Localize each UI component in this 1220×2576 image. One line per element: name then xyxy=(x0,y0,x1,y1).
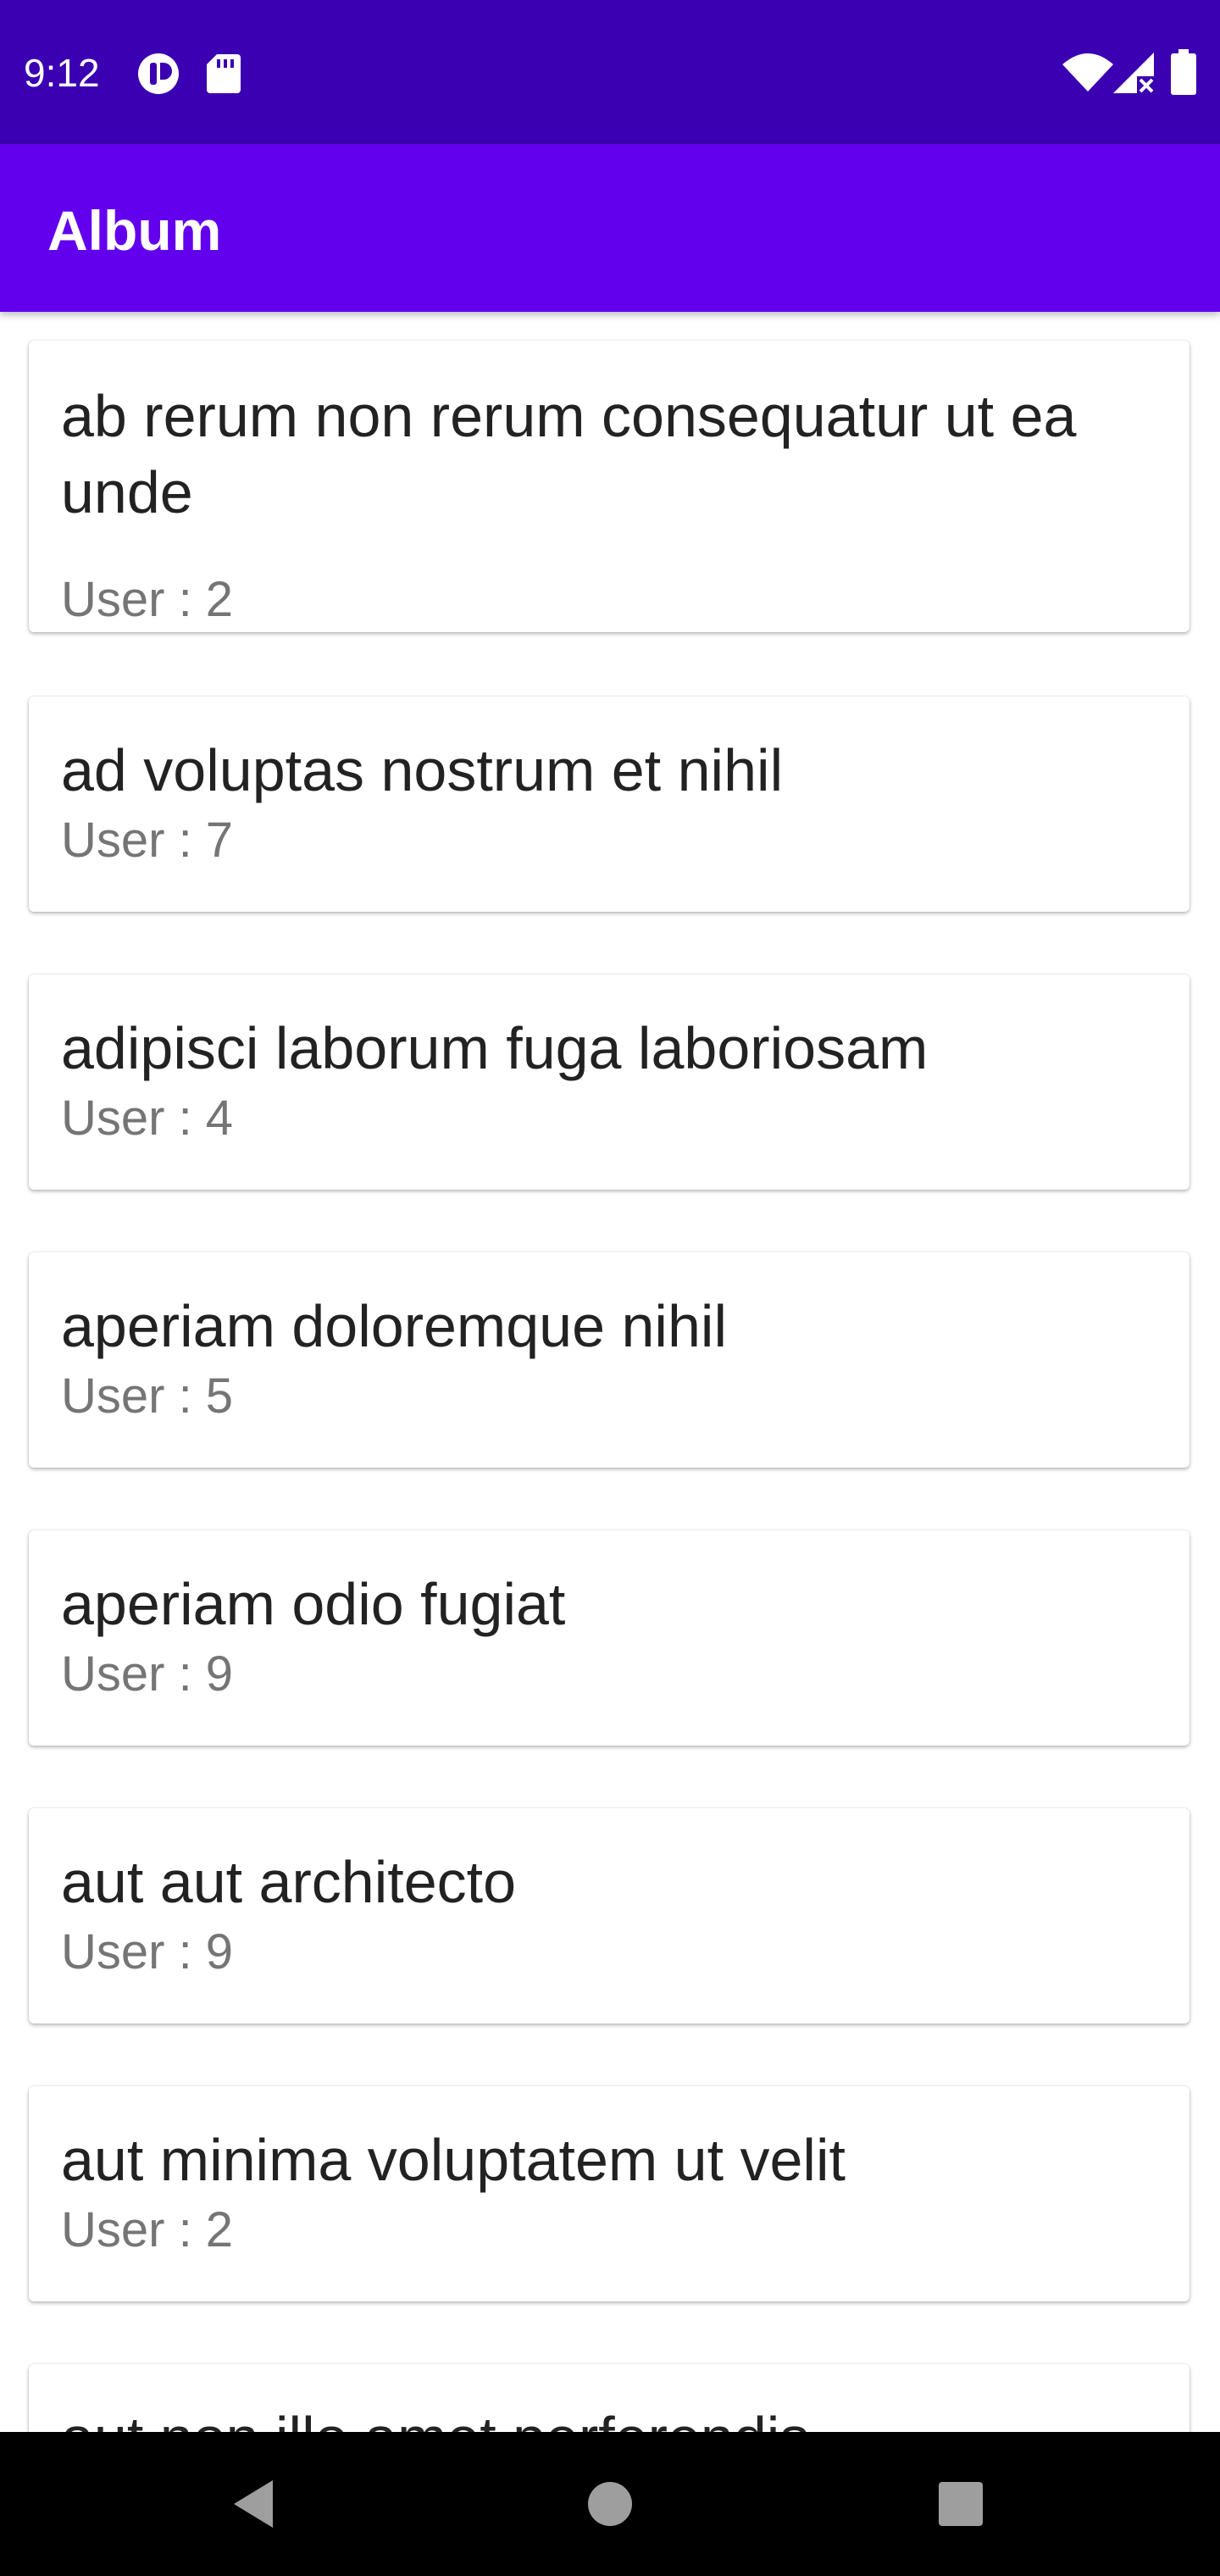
album-user: User : 2 xyxy=(61,572,234,627)
album-card[interactable]: aut aut architecto User : 9 xyxy=(29,1808,1190,2024)
album-card[interactable]: ab rerum non rerum consequatur ut ea und… xyxy=(29,341,1190,632)
status-bar: 9:12 xyxy=(0,0,1220,144)
app-bar: Album xyxy=(0,144,1220,312)
album-card[interactable]: aperiam doloremque nihil User : 5 xyxy=(29,1252,1190,1468)
sd-card-icon xyxy=(207,54,241,97)
album-card[interactable]: aperiam odio fugiat User : 9 xyxy=(29,1530,1190,1746)
album-title: adipisci laborum fuga laboriosam xyxy=(61,1015,929,1081)
album-title: aperiam odio fugiat xyxy=(61,1571,566,1637)
album-card[interactable]: aut minima voluptatem ut velit User : 2 xyxy=(29,2086,1190,2301)
album-user: User : 7 xyxy=(61,813,234,868)
album-title: ad voluptas nostrum et nihil xyxy=(61,737,784,803)
navigation-bar xyxy=(0,2432,1220,2576)
status-time: 9:12 xyxy=(24,51,100,95)
album-user: User : 9 xyxy=(61,1646,234,1702)
page-title: Album xyxy=(47,199,222,262)
back-icon[interactable] xyxy=(212,2462,297,2546)
battery-icon xyxy=(1171,49,1196,99)
album-title: ab rerum non rerum consequatur ut ea und… xyxy=(61,383,1077,525)
album-card[interactable]: adipisci laborum fuga laboriosam User : … xyxy=(29,974,1190,1190)
album-card[interactable]: ad voluptas nostrum et nihil User : 7 xyxy=(29,697,1190,912)
album-user: User : 2 xyxy=(61,2202,234,2257)
album-title: aut non illo amet perferendis xyxy=(61,2400,1154,2432)
album-user: User : 9 xyxy=(61,1924,234,1979)
notification-app-icon xyxy=(137,53,180,99)
home-icon[interactable] xyxy=(568,2462,652,2546)
cellular-signal-icon xyxy=(1113,53,1156,97)
album-list[interactable]: ab rerum non rerum consequatur ut ea und… xyxy=(0,312,1220,2432)
album-user: User : 4 xyxy=(61,1091,234,1146)
wifi-icon xyxy=(1062,53,1113,96)
album-title: aperiam doloremque nihil xyxy=(61,1293,727,1359)
album-card[interactable]: aut non illo amet perferendis xyxy=(29,2364,1190,2432)
album-title: aut aut architecto xyxy=(61,1849,516,1915)
album-title: aut minima voluptatem ut velit xyxy=(61,2127,846,2193)
album-user: User : 5 xyxy=(61,1368,234,1424)
recents-icon[interactable] xyxy=(918,2462,1003,2546)
